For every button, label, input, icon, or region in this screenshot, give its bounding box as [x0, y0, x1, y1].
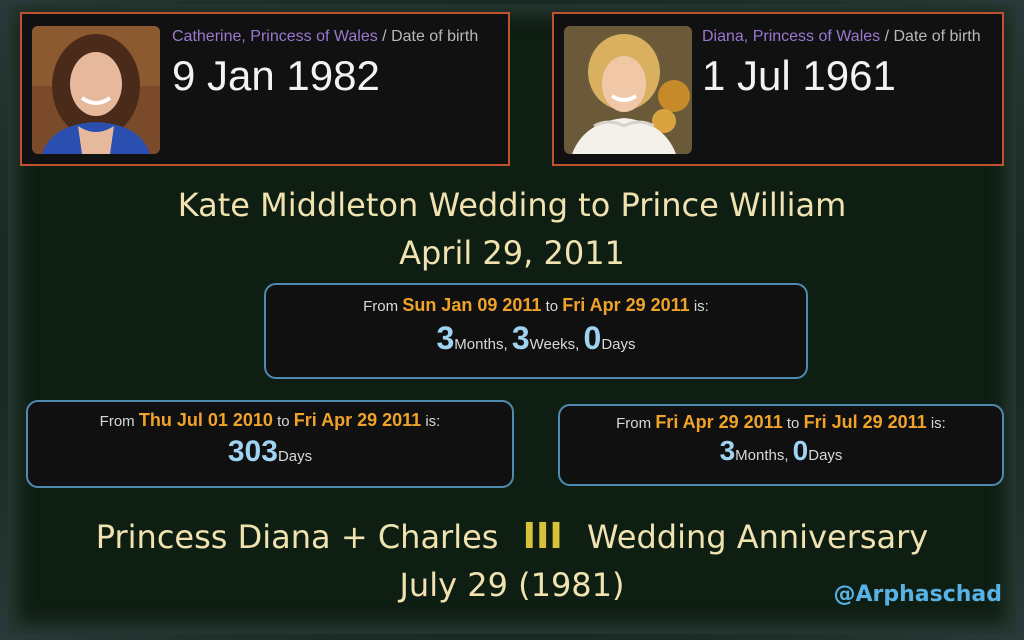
is-label: is:	[425, 413, 441, 430]
footer-anniversary: Wedding Anniversary	[586, 518, 929, 556]
range-line: From Sun Jan 09 2011 to Fri Apr 29 2011 …	[266, 295, 806, 316]
to-label: to	[786, 415, 800, 432]
is-label: is:	[693, 298, 709, 315]
start-date: Fri Apr 29 2011	[655, 412, 783, 432]
to-label: to	[545, 298, 559, 315]
range-line: From Thu Jul 01 2010 to Fri Apr 29 2011 …	[28, 410, 512, 431]
diana-birth-date: 1 Jul 1961	[702, 52, 896, 99]
author-handle[interactable]: @Arphaschad	[833, 582, 1002, 607]
months-value: 3	[719, 435, 736, 466]
end-date: Fri Apr 29 2011	[293, 410, 422, 430]
days-value: 0	[792, 435, 809, 466]
end-date: Fri Jul 29 2011	[803, 412, 927, 432]
duration-result: 3Months, 0Days	[560, 435, 1002, 467]
headline-line2: April 29, 2011	[399, 234, 625, 272]
meta-field: Date of birth	[391, 28, 479, 45]
diana-meta: Diana, Princess of Wales / Date of birth	[702, 28, 981, 46]
from-label: From	[616, 415, 652, 432]
duration-result: 3Months, 3Weeks, 0Days	[266, 320, 806, 357]
roman-numeral: III	[522, 516, 563, 557]
catherine-photo	[32, 26, 160, 154]
catherine-meta: Catherine, Princess of Wales / Date of b…	[172, 28, 478, 46]
diana-card: Diana, Princess of Wales / Date of birth…	[552, 12, 1004, 166]
meta-field: Date of birth	[893, 28, 981, 45]
days-unit: Days	[277, 448, 313, 465]
range-line: From Fri Apr 29 2011 to Fri Jul 29 2011 …	[560, 412, 1002, 433]
weeks-value: 3	[511, 320, 530, 356]
start-date: Sun Jan 09 2011	[402, 295, 542, 315]
months-value: 3	[436, 320, 455, 356]
duration-box-left: From Thu Jul 01 2010 to Fri Apr 29 2011 …	[26, 400, 514, 488]
catherine-card: Catherine, Princess of Wales / Date of b…	[20, 12, 510, 166]
from-label: From	[363, 298, 399, 315]
duration-box-right: From Fri Apr 29 2011 to Fri Jul 29 2011 …	[558, 404, 1004, 486]
is-label: is:	[930, 415, 946, 432]
from-label: From	[99, 413, 135, 430]
months-unit: Months,	[735, 447, 789, 464]
headline-line1: Kate Middleton Wedding to Prince William	[177, 186, 847, 224]
months-unit: Months,	[454, 336, 508, 353]
catherine-name[interactable]: Catherine, Princess of Wales	[172, 28, 378, 45]
days-unit: Days	[601, 336, 636, 353]
end-date: Fri Apr 29 2011	[562, 295, 690, 315]
meta-separator: /	[377, 28, 392, 45]
duration-box-top: From Sun Jan 09 2011 to Fri Apr 29 2011 …	[264, 283, 808, 379]
days-value: 303	[227, 435, 278, 468]
start-date: Thu Jul 01 2010	[138, 410, 273, 430]
footer-couple: Princess Diana + Charles	[95, 518, 499, 556]
weeks-unit: Weeks,	[529, 336, 580, 353]
duration-result: 303Days	[28, 435, 512, 469]
diana-photo	[564, 26, 692, 154]
diana-name[interactable]: Diana, Princess of Wales	[702, 28, 880, 45]
days-unit: Days	[808, 447, 843, 464]
to-label: to	[277, 413, 290, 430]
footer-line1: Princess Diana + Charles III Wedding Ann…	[0, 516, 1024, 557]
days-value: 0	[583, 320, 602, 356]
catherine-birth-date: 9 Jan 1982	[172, 52, 380, 99]
meta-separator: /	[880, 28, 894, 45]
